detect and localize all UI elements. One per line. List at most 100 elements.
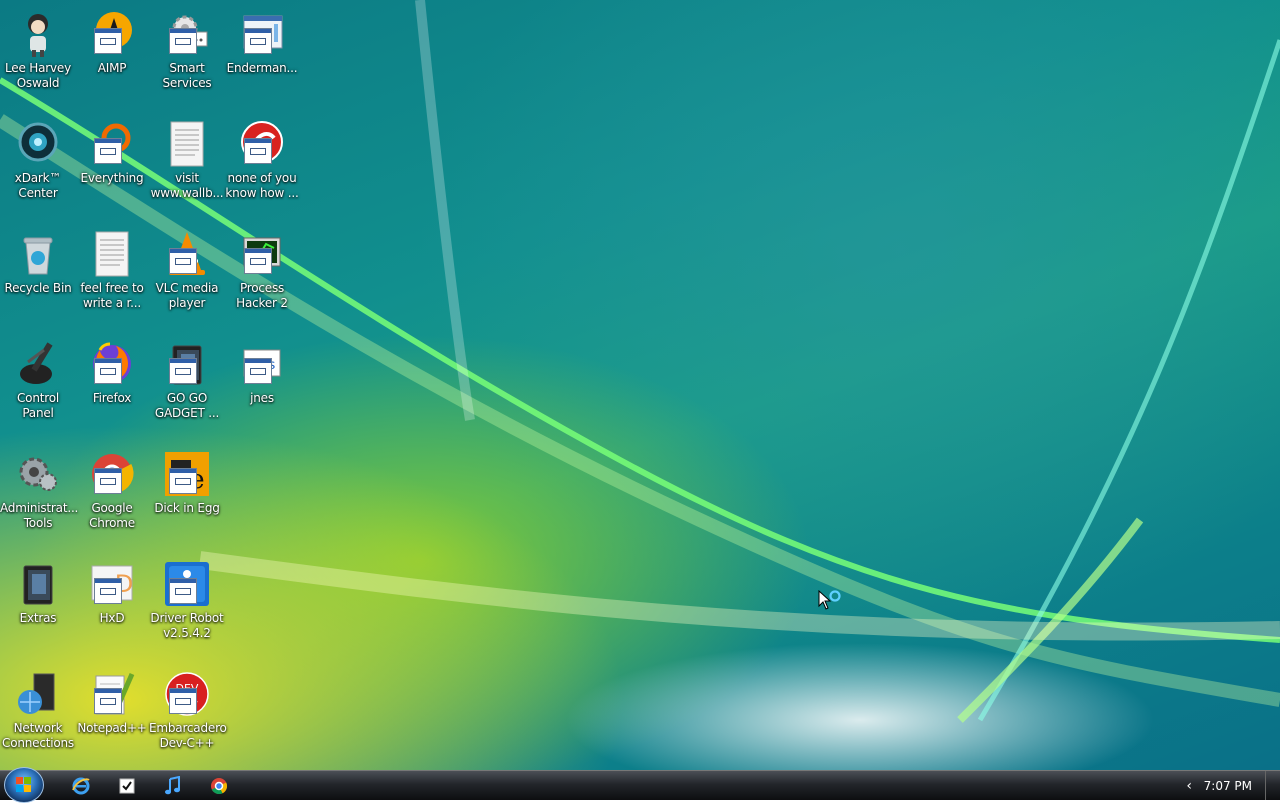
network-icon	[14, 670, 62, 718]
taskbar-music-button[interactable]	[158, 773, 188, 799]
shortcut-window-badge-icon	[244, 138, 272, 164]
desktop-icon-label: HxD	[99, 611, 125, 625]
desktop-icon-label: AIMP	[97, 61, 127, 75]
desktop-icon-hxd[interactable]: D HxD	[74, 554, 150, 658]
desktop-icon-notepad[interactable]: Notepad++	[74, 664, 150, 768]
shortcut-window-badge-icon	[244, 358, 272, 384]
window-shortcut-icon	[238, 10, 286, 58]
shortcut-window-badge-icon	[94, 688, 122, 714]
shortcut-window-badge-icon	[244, 248, 272, 274]
firefox-icon	[88, 340, 136, 388]
desktop-icon-xdark-center[interactable]: xDark™ Center	[0, 114, 76, 218]
desktop-icon-label: Driver Robot v2.5.4.2	[150, 611, 224, 640]
vlc-cone-icon	[163, 230, 211, 278]
desktop-icon-firefox[interactable]: Firefox	[74, 334, 150, 438]
desktop-icon-label: Embarcadero Dev-C++	[149, 721, 227, 750]
shortcut-window-badge-icon	[94, 468, 122, 494]
text-document-icon	[163, 120, 211, 168]
hxd-icon: D	[88, 560, 136, 608]
shortcut-window-badge-icon	[169, 468, 197, 494]
desktop-icon-label: Control Panel	[17, 391, 59, 420]
desktop-icon-visit-www-wallb[interactable]: visit www.wallb...	[149, 114, 225, 218]
desktop-icon-dick-in-egg[interactable]: e Dick in Egg	[149, 444, 225, 548]
desktop-icon-jnes[interactable]: jnes jnes	[224, 334, 300, 438]
desktop-icon-process-hacker-2[interactable]: Process Hacker 2	[224, 224, 300, 328]
show-desktop-button[interactable]	[1265, 771, 1280, 800]
shortcut-window-badge-icon	[244, 28, 272, 54]
desktop[interactable]: Lee Harvey Oswald AIMP Smart Services Ender…	[0, 0, 1280, 770]
text-document-icon	[88, 230, 136, 278]
admin-tools-icon	[14, 450, 62, 498]
chrome-icon	[211, 778, 228, 795]
desktop-icon-extras[interactable]: Extras	[0, 554, 76, 658]
desktop-icon-vlc-media-player[interactable]: VLC media player	[149, 224, 225, 328]
folder-icon	[14, 560, 62, 608]
desktop-icon-label: GO GO GADGET ...	[154, 391, 220, 420]
desktop-icon-label: Everything	[80, 171, 144, 185]
desktop-icon-label: Smart Services	[162, 61, 212, 90]
folder-icon	[163, 340, 211, 388]
desktop-icon-embarcadero-dev-c[interactable]: DEV+ Embarcadero Dev-C++	[149, 664, 227, 768]
chrome-icon	[88, 450, 136, 498]
start-orb-icon[interactable]	[4, 767, 44, 803]
desktop-icon-label: visit www.wallb...	[150, 171, 224, 200]
desktop-icon-label: Network Connections	[2, 721, 74, 750]
desktop-icon-label: Firefox	[92, 391, 132, 405]
shortcut-window-badge-icon	[169, 578, 197, 604]
desktop-icon-label: Lee Harvey Oswald	[5, 61, 71, 90]
shortcut-window-badge-icon	[94, 578, 122, 604]
notepadpp-icon	[88, 670, 136, 718]
taskbar-tasks-button[interactable]	[112, 773, 142, 799]
recycle-bin-icon	[14, 230, 62, 278]
desktop-icon-none-of-you-know-how[interactable]: none of you know how ...	[224, 114, 300, 218]
process-hacker-icon	[238, 230, 286, 278]
desktop-icon-aimp[interactable]: AIMP	[74, 4, 150, 108]
desktop-icon-label: none of you know how ...	[225, 171, 299, 200]
shortcut-window-badge-icon	[169, 358, 197, 384]
shortcut-window-badge-icon	[94, 358, 122, 384]
music-note-icon	[165, 776, 180, 795]
clock[interactable]: 7:07 PM	[1204, 779, 1252, 793]
desktop-icon-label: Notepad++	[77, 721, 147, 735]
everything-search-icon	[88, 120, 136, 168]
desktop-icon-label: Dick in Egg	[154, 501, 220, 515]
xdark-icon	[14, 120, 62, 168]
busy-cursor-icon	[818, 590, 841, 610]
devcpp-icon: DEV+	[163, 670, 211, 718]
desktop-icon-recycle-bin[interactable]: Recycle Bin	[0, 224, 76, 328]
desktop-icon-go-go-gadget[interactable]: GO GO GADGET ...	[149, 334, 225, 438]
desktop-icon-lee-harvey-oswald[interactable]: Lee Harvey Oswald	[0, 4, 76, 108]
taskbar: ‹ 7:07 PM	[0, 767, 1280, 803]
desktop-icon-label: Administrat... Tools	[0, 501, 79, 530]
desktop-icon-label: Process Hacker 2	[236, 281, 288, 310]
taskbar-ie-button[interactable]	[66, 773, 96, 799]
jnes-icon: jnes	[238, 340, 286, 388]
shortcut-window-badge-icon	[94, 138, 122, 164]
taskbar-chrome-button[interactable]	[204, 773, 234, 799]
tray-expand-button[interactable]: ‹	[1186, 778, 1192, 794]
desktop-icon-label: VLC media player	[155, 281, 219, 310]
desktop-icon-driver-robot-v2-5-4-2[interactable]: Driver Robot v2.5.4.2	[149, 554, 225, 658]
shortcut-window-badge-icon	[94, 28, 122, 54]
gears-icon	[163, 10, 211, 58]
tasks-checkbox-icon	[119, 778, 135, 794]
aimp-icon	[88, 10, 136, 58]
shortcut-window-badge-icon	[169, 28, 197, 54]
desktop-icon-everything[interactable]: Everything	[74, 114, 150, 218]
desktop-icon-label: Extras	[19, 611, 57, 625]
desktop-icon-label: feel free to write a r...	[80, 281, 144, 310]
control-panel-icon	[14, 340, 62, 388]
desktop-icon-google-chrome[interactable]: Google Chrome	[74, 444, 150, 548]
desktop-icon-label: Google Chrome	[89, 501, 135, 530]
character-icon	[14, 10, 62, 58]
desktop-icon-feel-free-to-write-a-r[interactable]: feel free to write a r...	[74, 224, 150, 328]
desktop-icon-enderman[interactable]: Enderman...	[224, 4, 300, 108]
desktop-icon-label: Recycle Bin	[4, 281, 72, 295]
shortcut-window-badge-icon	[169, 248, 197, 274]
red-circle-icon	[238, 120, 286, 168]
desktop-icon-label: Enderman...	[226, 61, 298, 75]
desktop-icon-administrat-tools[interactable]: Administrat... Tools	[0, 444, 79, 548]
desktop-icon-control-panel[interactable]: Control Panel	[0, 334, 76, 438]
desktop-icon-smart-services[interactable]: Smart Services	[149, 4, 225, 108]
desktop-icon-network-connections[interactable]: Network Connections	[0, 664, 76, 768]
